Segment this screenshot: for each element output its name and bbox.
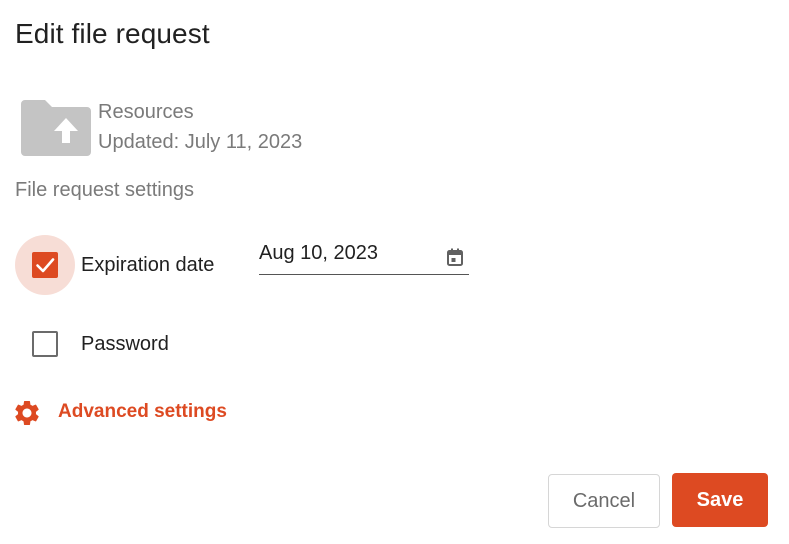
- expiration-date-value: Aug 10, 2023: [259, 242, 378, 264]
- dialog-title: Edit file request: [15, 18, 210, 49]
- expiration-date-checkbox[interactable]: [32, 252, 58, 278]
- settings-section-label: File request settings: [15, 179, 194, 201]
- calendar-icon[interactable]: [447, 248, 463, 266]
- gear-icon: [15, 401, 39, 425]
- check-icon: [36, 258, 55, 273]
- password-label[interactable]: Password: [81, 333, 169, 356]
- password-checkbox[interactable]: [32, 331, 58, 357]
- advanced-settings-label: Advanced settings: [58, 401, 227, 422]
- expiration-date-label[interactable]: Expiration date: [81, 254, 214, 277]
- folder-name: Resources: [98, 101, 194, 123]
- folder-upload-icon: [21, 98, 93, 158]
- folder-updated-date: Updated: July 11, 2023: [98, 131, 303, 153]
- edit-file-request-dialog: Edit file request Resources Updated: Jul…: [0, 0, 789, 544]
- advanced-settings-link[interactable]: Advanced settings: [12, 398, 227, 428]
- cancel-button[interactable]: Cancel: [548, 474, 660, 528]
- expiration-date-input[interactable]: Aug 10, 2023: [259, 236, 469, 275]
- save-button[interactable]: Save: [672, 473, 768, 527]
